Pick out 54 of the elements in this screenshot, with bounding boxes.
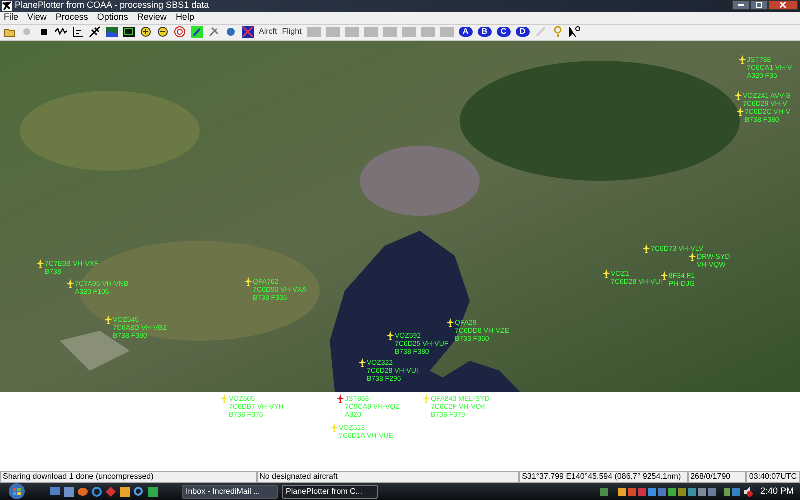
menu-item[interactable]: Review (137, 13, 167, 22)
search-icon[interactable] (134, 486, 144, 497)
menu-item[interactable]: Process (56, 13, 88, 22)
aircraft-icon[interactable] (736, 106, 745, 116)
menu-item[interactable]: Help (176, 13, 194, 22)
minimize-button[interactable] (732, 0, 750, 10)
toolbar-button[interactable]: B (478, 27, 492, 38)
status-text: Sharing download 1 done (uncompressed) (0, 471, 257, 484)
menu-item[interactable]: File (4, 13, 19, 22)
pointer-help-icon[interactable] (568, 26, 581, 38)
toolbar-button[interactable]: Aircft (259, 28, 278, 36)
aircraft-icon[interactable] (602, 268, 611, 278)
chart-icon[interactable] (72, 26, 84, 38)
minimize-icon (738, 4, 744, 6)
clock[interactable]: 2:40 PM (760, 484, 794, 498)
zoom-out-icon[interactable] (157, 26, 169, 38)
mail-icon[interactable] (78, 486, 88, 497)
close-icon (780, 2, 786, 8)
restore-icon (756, 2, 762, 8)
pen-icon[interactable] (191, 26, 203, 38)
aircraft-icon[interactable] (642, 244, 651, 253)
aircraft-icon[interactable] (688, 252, 697, 261)
app-icon[interactable] (148, 486, 158, 497)
toolbar-button[interactable]: C (496, 27, 511, 38)
aircraft-icon[interactable] (446, 318, 455, 327)
lake-area (60, 330, 130, 371)
app-plane-icon (2, 0, 12, 11)
maximize-button[interactable] (750, 0, 768, 10)
menu-item[interactable]: Options (97, 13, 128, 22)
aircraft-icon[interactable] (660, 270, 669, 280)
browser-icon[interactable] (92, 486, 102, 497)
taskbar-button[interactable]: Inbox - IncrediMail ... (182, 484, 278, 499)
desktop-icon[interactable] (50, 486, 60, 497)
aircraft-icon[interactable] (358, 358, 367, 367)
aircraft-icon[interactable] (386, 330, 395, 340)
menu-item[interactable]: View (28, 13, 47, 22)
status-text: 268/0/1790 (688, 471, 746, 484)
toolbar-button[interactable]: A (458, 27, 473, 38)
close-button[interactable] (768, 0, 798, 10)
taskbar-button[interactable]: PlanePlotter from C... (282, 484, 378, 499)
status-text: 03:40:07UTC (746, 471, 800, 484)
window-title: PlanePlotter from COAA - processing SBS1 data (15, 1, 210, 10)
status-text: No designated aircraft (256, 471, 520, 484)
diamond-icon[interactable] (106, 486, 116, 497)
status-text: S31°37.799 E140°45.594 (086.7° 9254.1nm) (519, 471, 688, 484)
media-icon[interactable] (120, 486, 130, 497)
map-outline-icon[interactable] (123, 26, 135, 38)
map-icon[interactable] (106, 26, 118, 38)
target-icon[interactable] (174, 26, 186, 38)
window-icon[interactable] (64, 486, 74, 497)
toolbar-button[interactable]: D (516, 27, 530, 38)
toolbar-button[interactable]: Flight (282, 28, 302, 36)
zoom-in-icon[interactable] (140, 26, 152, 38)
volume-icon[interactable] (743, 486, 754, 497)
